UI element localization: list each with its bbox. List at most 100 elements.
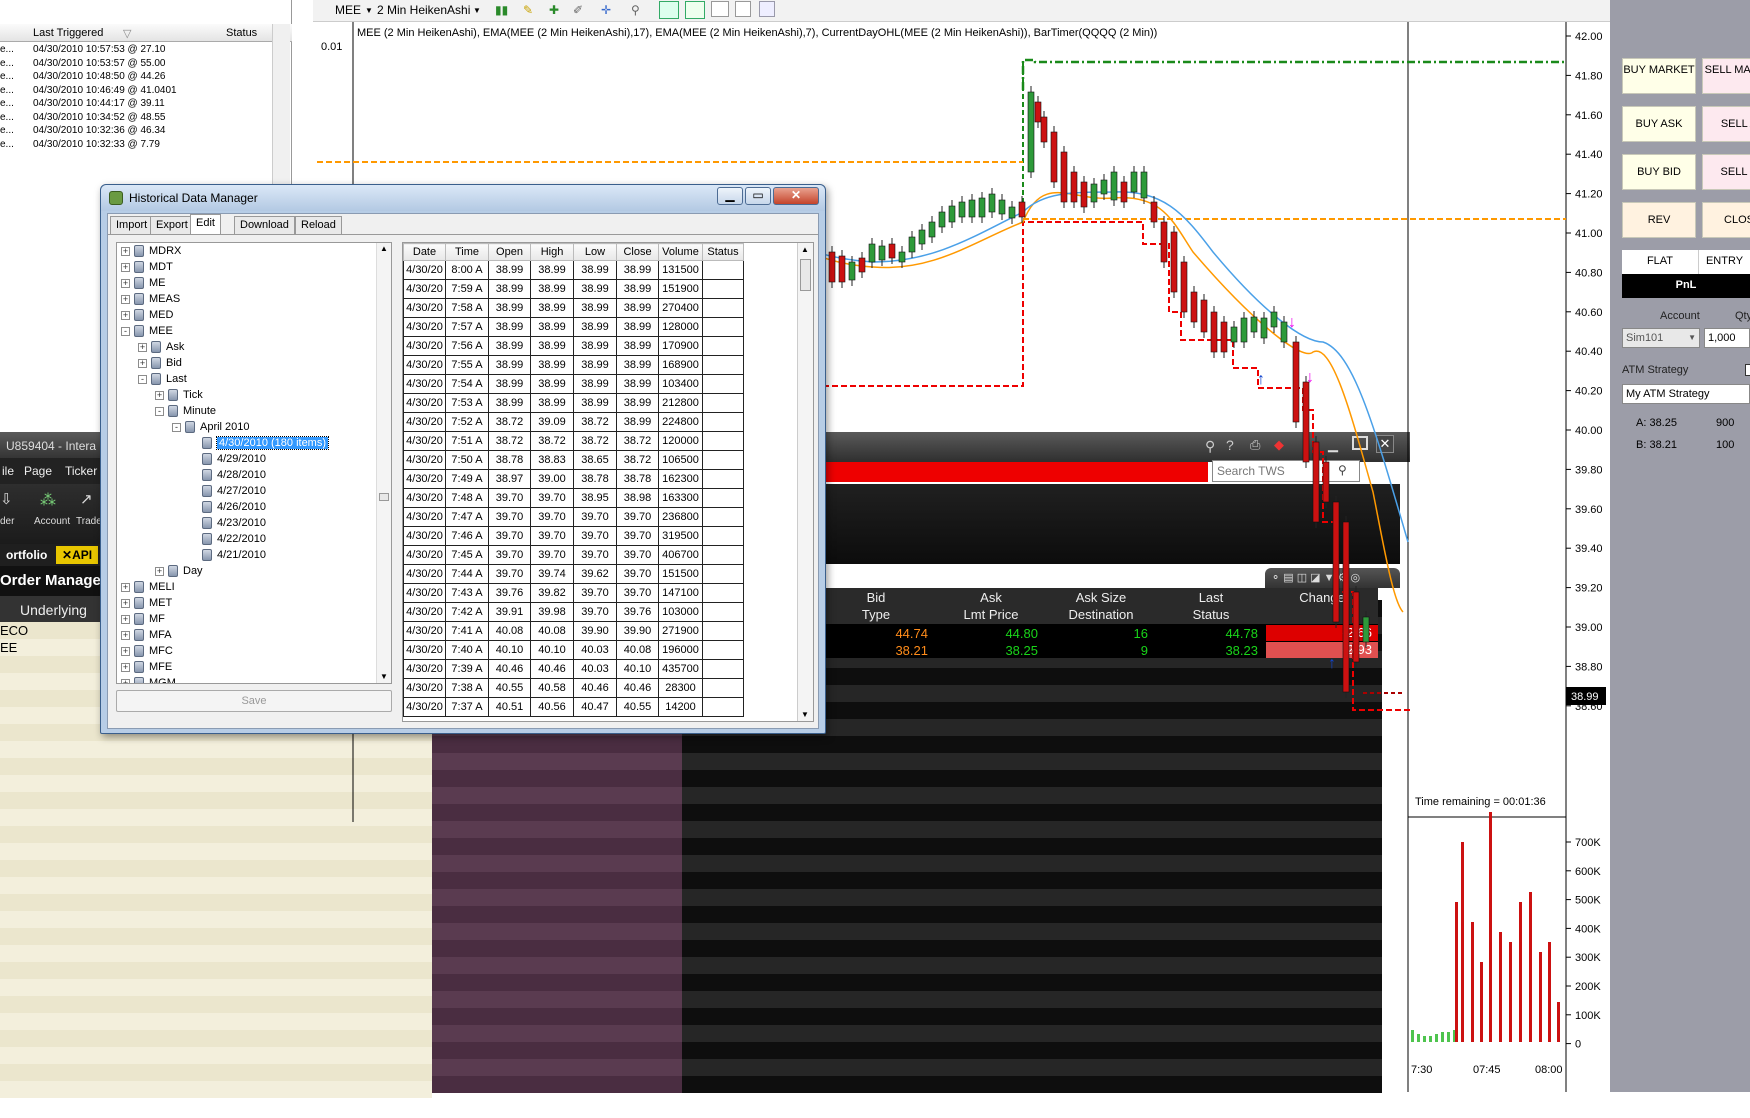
- grid-cell[interactable]: 38.99: [488, 279, 531, 299]
- expand-icon[interactable]: +: [121, 294, 130, 304]
- grid-row[interactable]: 4/30/20 7:50 A 38.78 38.83 38.65 38.72 106500: [403, 450, 744, 470]
- tree-node[interactable]: 4/30/2010 (180 items): [189, 436, 330, 453]
- grid-cell[interactable]: 4/30/20: [403, 678, 446, 698]
- grid-cell[interactable]: 7:51 A: [445, 431, 489, 451]
- grid-cell[interactable]: 40.10: [488, 640, 531, 660]
- tree-node-label[interactable]: 4/21/2010: [217, 549, 266, 561]
- grid-cell[interactable]: 38.78: [488, 450, 531, 470]
- grid-cell[interactable]: [702, 298, 744, 318]
- snapshot-icon[interactable]: [711, 1, 729, 17]
- expand-icon[interactable]: +: [121, 310, 130, 320]
- grid-cell[interactable]: 39.70: [530, 488, 574, 508]
- grid-cell[interactable]: [702, 393, 744, 413]
- grid-cell[interactable]: 4/30/20: [403, 640, 446, 660]
- toolbar-account[interactable]: Account: [34, 516, 70, 527]
- grid-cell[interactable]: 39.70: [616, 545, 659, 565]
- grid-column-header[interactable]: Status: [702, 243, 744, 261]
- expand-icon[interactable]: +: [121, 662, 130, 672]
- grid-cell[interactable]: 40.08: [530, 621, 574, 641]
- tree-scroll-thumb[interactable]: [379, 493, 389, 501]
- save-button[interactable]: Save: [116, 690, 392, 712]
- tree-node-label[interactable]: Last: [166, 373, 187, 385]
- grid-cell[interactable]: 40.46: [573, 678, 617, 698]
- menu-page[interactable]: Page: [24, 464, 52, 478]
- tree-node[interactable]: + ME: [121, 277, 166, 293]
- tree-node-label[interactable]: Minute: [183, 405, 216, 417]
- grid-cell[interactable]: 39.70: [488, 545, 531, 565]
- tree-node-label[interactable]: 4/28/2010: [217, 469, 266, 481]
- grid-cell[interactable]: 40.46: [530, 659, 574, 679]
- grid-row[interactable]: 4/30/20 7:52 A 38.72 39.09 38.72 38.99 224800: [403, 412, 744, 432]
- grid-row[interactable]: 4/30/20 7:48 A 39.70 39.70 38.95 38.98 163300: [403, 488, 744, 508]
- tree-node-label[interactable]: MGM: [149, 677, 176, 683]
- tree-node[interactable]: + MET: [121, 597, 172, 613]
- tree-node[interactable]: + Day: [155, 565, 203, 581]
- grid-cell[interactable]: [702, 431, 744, 451]
- grid-cell[interactable]: 162300: [658, 469, 703, 489]
- expand-icon[interactable]: +: [121, 278, 130, 288]
- tree-node[interactable]: 4/29/2010: [189, 453, 266, 469]
- grid-cell[interactable]: 4/30/20: [403, 564, 446, 584]
- grid-cell[interactable]: 4/30/20: [403, 583, 446, 603]
- grid-cell[interactable]: 4/30/20: [403, 317, 446, 337]
- grid-cell[interactable]: 38.72: [573, 431, 617, 451]
- tree-node[interactable]: - April 2010: [172, 421, 250, 437]
- tree-node[interactable]: + Ask: [138, 341, 184, 357]
- grid-cell[interactable]: 7:40 A: [445, 640, 489, 660]
- grid-cell[interactable]: 7:59 A: [445, 279, 489, 299]
- bar-type-icon[interactable]: ▮▮: [495, 3, 508, 17]
- grid-cell[interactable]: [702, 260, 744, 280]
- col-last-triggered[interactable]: Last Triggered: [33, 27, 103, 39]
- expand-icon[interactable]: +: [121, 582, 130, 592]
- expand-icon[interactable]: +: [138, 358, 147, 368]
- grid-column-header[interactable]: High: [530, 243, 574, 261]
- grid-cell[interactable]: 38.99: [573, 336, 617, 356]
- close-position-button[interactable]: CLOS: [1702, 202, 1750, 238]
- grid-cell[interactable]: 40.46: [616, 678, 659, 698]
- grid-cell[interactable]: 38.99: [616, 393, 659, 413]
- grid-cell[interactable]: 38.99: [616, 374, 659, 394]
- grid-cell[interactable]: 38.99: [573, 298, 617, 318]
- reverse-button[interactable]: REV: [1622, 202, 1696, 238]
- scroll-up-icon[interactable]: ▲: [380, 244, 388, 253]
- grid-cell[interactable]: 7:39 A: [445, 659, 489, 679]
- grid-cell[interactable]: 38.99: [530, 260, 574, 280]
- grid-cell[interactable]: [702, 526, 744, 546]
- grid-cell[interactable]: 4/30/20: [403, 621, 446, 641]
- grid-column-header[interactable]: Low: [573, 243, 617, 261]
- expand-icon[interactable]: +: [121, 246, 130, 256]
- grid-cell[interactable]: 7:50 A: [445, 450, 489, 470]
- grid-row[interactable]: 4/30/20 7:54 A 38.99 38.99 38.99 38.99 103400: [403, 374, 744, 394]
- grid-cell[interactable]: 38.99: [616, 298, 659, 318]
- grid-cell[interactable]: 38.99: [616, 355, 659, 375]
- grid-cell[interactable]: [702, 621, 744, 641]
- grid-row[interactable]: 4/30/20 7:56 A 38.99 38.99 38.99 38.99 170900: [403, 336, 744, 356]
- grid-cell[interactable]: 38.99: [573, 374, 617, 394]
- grid-cell[interactable]: 14200: [658, 697, 703, 717]
- grid-row[interactable]: 4/30/20 7:42 A 39.91 39.98 39.70 39.76 103000: [403, 602, 744, 622]
- grid-cell[interactable]: 170900: [658, 336, 703, 356]
- grid-cell[interactable]: 39.70: [616, 526, 659, 546]
- grid-cell[interactable]: 39.62: [573, 564, 617, 584]
- expand-icon[interactable]: +: [121, 262, 130, 272]
- zoom-icon[interactable]: ⚲: [631, 3, 640, 17]
- tree-node[interactable]: 4/26/2010: [189, 501, 266, 517]
- grid-row[interactable]: 4/30/20 7:57 A 38.99 38.99 38.99 38.99 128000: [403, 317, 744, 337]
- grid-cell[interactable]: 7:52 A: [445, 412, 489, 432]
- grid-cell[interactable]: 224800: [658, 412, 703, 432]
- tree-node-label[interactable]: Tick: [183, 389, 203, 401]
- grid-cell[interactable]: 39.70: [488, 526, 531, 546]
- grid-cell[interactable]: 40.08: [616, 640, 659, 660]
- grid-scroll-up-icon[interactable]: ▲: [801, 245, 809, 254]
- grid-column-header[interactable]: Date: [403, 243, 446, 261]
- buy-bid-button[interactable]: BUY BID: [1622, 154, 1696, 190]
- grid-cell[interactable]: 106500: [658, 450, 703, 470]
- grid-cell[interactable]: 40.58: [530, 678, 574, 698]
- tab-download[interactable]: Download: [234, 216, 295, 234]
- grid-cell[interactable]: 38.72: [530, 431, 574, 451]
- grid-cell[interactable]: 39.98: [530, 602, 574, 622]
- grid-cell[interactable]: 40.47: [573, 697, 617, 717]
- account-dropdown-icon[interactable]: ▼: [1688, 333, 1696, 342]
- grid-cell[interactable]: 38.99: [616, 279, 659, 299]
- hdm-minimize-icon[interactable]: ▁: [717, 187, 743, 205]
